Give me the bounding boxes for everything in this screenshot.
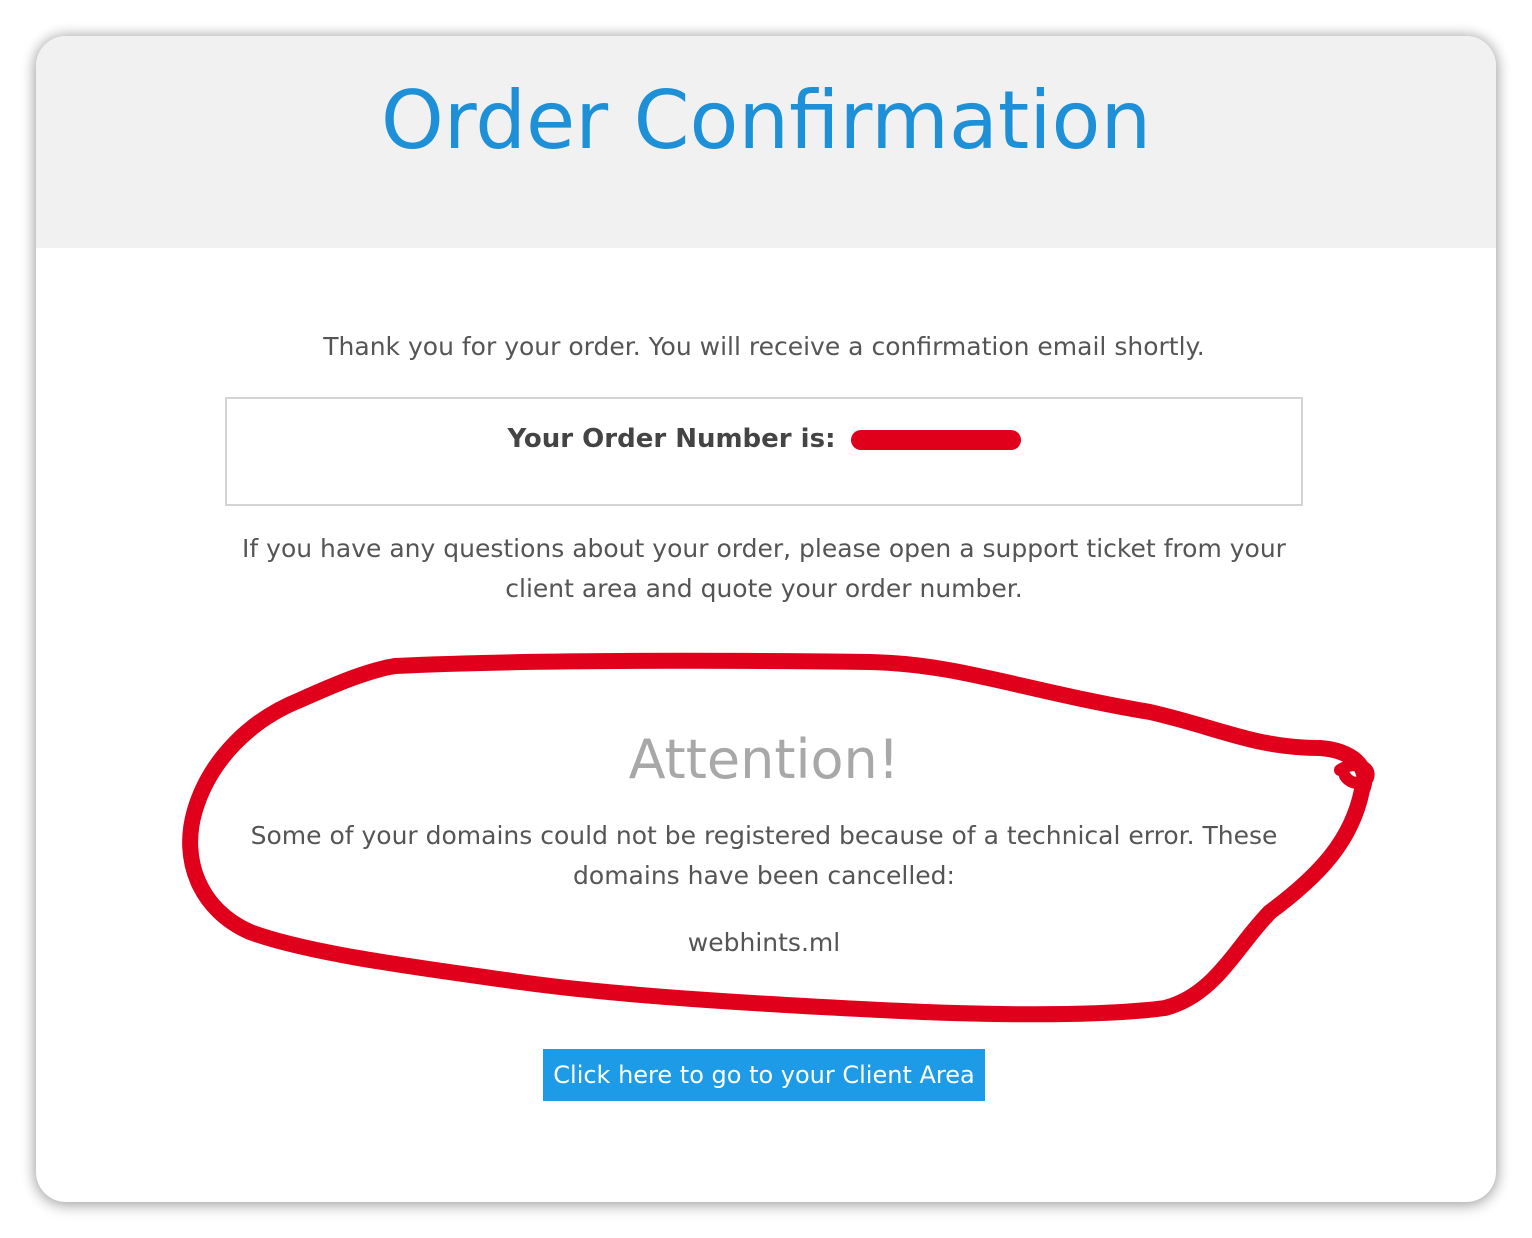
order-number-redaction-scribble [850,429,1021,450]
order-confirmation-card: Order Confirmation Thank you for your or… [36,36,1496,1202]
thank-you-message: Thank you for your order. You will recei… [323,332,1205,361]
order-number-line: Your Order Number is: [227,421,1301,457]
client-area-button[interactable]: Click here to go to your Client Area [543,1049,985,1101]
support-instructions: If you have any questions about your ord… [242,534,1286,603]
order-number-box: Your Order Number is: [225,397,1303,506]
page-title: Order Confirmation [380,74,1152,167]
page-header: Order Confirmation [36,36,1496,248]
attention-message: Some of your domains could not be regist… [250,821,1278,890]
attention-heading: Attention! [628,728,900,791]
order-number-label: Your Order Number is: [507,424,836,454]
cancelled-domain-item: webhints.ml [687,928,841,957]
